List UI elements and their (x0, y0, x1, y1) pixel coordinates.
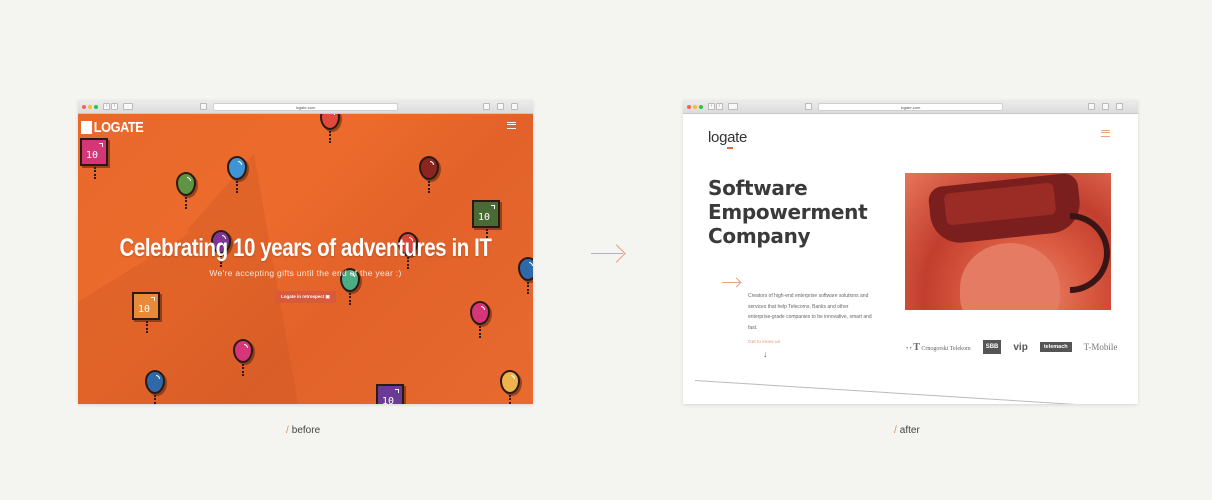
logate-logo[interactable]: LOGATE (81, 119, 144, 136)
client-logo-vip: vip (1013, 341, 1028, 353)
maximize-dot[interactable] (699, 105, 703, 109)
forward-button[interactable]: › (111, 103, 118, 110)
balloon-string (349, 293, 353, 305)
balloon-string (236, 181, 240, 193)
balloon-string (185, 197, 189, 209)
sidebar-button[interactable] (123, 103, 133, 110)
balloon-string (154, 395, 158, 404)
balloon-icon (500, 370, 520, 394)
privacy-icon[interactable] (805, 103, 812, 110)
extension-icon[interactable] (483, 103, 490, 110)
anniversary-box: 10 (376, 384, 404, 404)
browser-toolbar: ‹ › logate.com (78, 100, 533, 114)
balloon-icon (176, 172, 196, 196)
before-screenshot: ‹ › logate.com LOGATE 10 10 10 10 Celebrati… (78, 100, 533, 404)
share-icon[interactable] (1102, 103, 1109, 110)
hero-headline: Celebrating 10 years of adventures in IT (119, 234, 492, 262)
balloon-string (479, 326, 483, 338)
after-caption: / after (894, 425, 920, 436)
arrow-right-icon (722, 282, 740, 283)
minimize-dot[interactable] (88, 105, 92, 109)
before-caption: / before (286, 425, 321, 436)
anniversary-box: 10 (472, 200, 500, 228)
address-bar[interactable]: logate.com (818, 103, 1003, 111)
balloon-icon (470, 301, 490, 325)
balloon-icon (419, 156, 439, 180)
get-to-know-us-link[interactable]: Get to know us (748, 340, 780, 345)
client-logo-tmobile: T-Mobile (1083, 342, 1118, 352)
arrow-down-icon[interactable]: ↓ (763, 349, 768, 359)
client-logo-telemach: telemach (1039, 342, 1072, 352)
address-bar[interactable]: logate.com (213, 103, 398, 111)
anniversary-box: 10 (80, 138, 108, 166)
privacy-icon[interactable] (200, 103, 207, 110)
client-logo-telekom: • • T Crnogorski Telekom (906, 341, 971, 353)
hero: logate Software Empowerment Company Creato… (683, 114, 1138, 404)
balloon-string (242, 364, 246, 376)
client-logo-sbb: SBB (982, 340, 1002, 354)
balloon-string (509, 395, 513, 404)
browser-toolbar: ‹ › logate.com (683, 100, 1138, 114)
sidebar-button[interactable] (728, 103, 738, 110)
client-logos: • • T Crnogorski Telekom SBB vip telemac… (906, 340, 1117, 354)
maximize-dot[interactable] (94, 105, 98, 109)
close-dot[interactable] (82, 105, 86, 109)
balloon-string (146, 321, 150, 333)
back-button[interactable]: ‹ (708, 103, 715, 110)
tabs-icon[interactable] (511, 103, 518, 110)
anniversary-box: 10 (132, 292, 160, 320)
menu-icon[interactable] (1101, 130, 1110, 137)
balloon-string (428, 181, 432, 193)
tabs-icon[interactable] (1116, 103, 1123, 110)
balloon-string (329, 131, 333, 143)
share-icon[interactable] (497, 103, 504, 110)
back-button[interactable]: ‹ (103, 103, 110, 110)
extension-icon[interactable] (1088, 103, 1095, 110)
hero: LOGATE 10 10 10 10 Celebrating 10 years of … (78, 106, 533, 404)
after-screenshot: ‹ › logate.com logate Software Empowermen… (683, 100, 1138, 404)
close-dot[interactable] (687, 105, 691, 109)
hero-description: Creators of high-end enterprise software… (748, 293, 872, 331)
arrow-right-icon (591, 253, 623, 254)
hero-subheadline: We're accepting gifts until the end of t… (209, 268, 402, 278)
minimize-dot[interactable] (693, 105, 697, 109)
balloon-string (94, 167, 98, 179)
menu-icon[interactable] (507, 122, 516, 129)
balloon-string (527, 282, 531, 294)
retrospect-button[interactable]: Logate in retrospect ▣ (275, 291, 336, 303)
forward-button[interactable]: › (716, 103, 723, 110)
divider-line (694, 380, 1127, 404)
vr-headset-photo (905, 173, 1111, 310)
hero-title: Software Empowerment Company (708, 176, 868, 248)
logate-logo[interactable]: logate (708, 129, 747, 149)
